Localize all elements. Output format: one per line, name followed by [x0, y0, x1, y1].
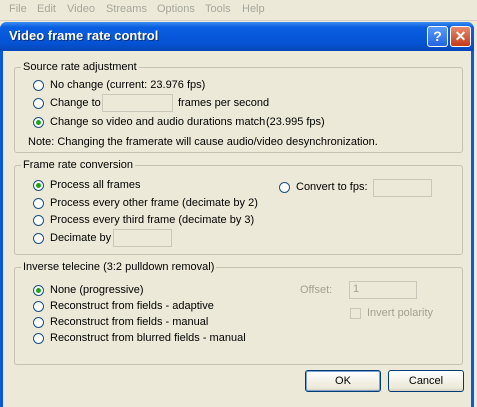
help-icon: ?: [433, 28, 442, 44]
radio-blurred-fields-manual-label: Reconstruct from blurred fields - manual: [50, 332, 246, 344]
radio-convert-to-fps-circle[interactable]: [279, 182, 290, 193]
close-button[interactable]: ✕: [450, 26, 471, 47]
background-menubar: File Edit Video Streams Options Tools He…: [0, 0, 477, 21]
menu-help: Help: [242, 3, 265, 15]
help-button[interactable]: ?: [427, 26, 448, 47]
radio-none-progressive-label: None (progressive): [50, 284, 144, 296]
radio-match-durations-label: Change so video and audio durations matc…: [50, 116, 266, 128]
radio-every-third-circle[interactable]: [33, 215, 44, 226]
dialog-client-area: Source rate adjustment No change (curren…: [3, 51, 471, 407]
close-icon: ✕: [454, 28, 467, 44]
radio-no-change-label: No change (current: 23.976 fps): [50, 79, 206, 91]
radio-process-all-label: Process all frames: [50, 179, 141, 191]
ok-button[interactable]: OK: [305, 370, 381, 392]
radio-every-other-label: Process every other frame (decimate by 2…: [50, 197, 258, 209]
radio-convert-to-fps-label: Convert to fps:: [296, 181, 368, 193]
radio-none-progressive-circle[interactable]: [33, 285, 44, 296]
offset-input[interactable]: 1: [349, 281, 417, 299]
invert-polarity-checkbox[interactable]: [350, 308, 361, 319]
radio-blurred-fields-manual-circle[interactable]: [33, 333, 44, 344]
inverse-telecine-group: Inverse telecine (3:2 pulldown removal) …: [14, 261, 463, 365]
source-rate-group: Source rate adjustment No change (curren…: [14, 61, 463, 153]
radio-change-to-label: Change to: [50, 97, 101, 109]
source-rate-legend: Source rate adjustment: [21, 61, 139, 73]
change-to-fps-input[interactable]: [102, 94, 173, 112]
radio-no-change-circle[interactable]: [33, 80, 44, 91]
frame-rate-conversion-group: Frame rate conversion Process all frames…: [14, 159, 463, 255]
menu-options: Options: [157, 3, 195, 15]
change-to-suffix: frames per second: [178, 97, 270, 109]
radio-process-all-circle[interactable]: [33, 180, 44, 191]
telecine-legend: Inverse telecine (3:2 pulldown removal): [21, 261, 217, 273]
radio-decimate-by-circle[interactable]: [33, 233, 44, 244]
menu-edit: Edit: [37, 3, 56, 15]
dialog-title: Video frame rate control: [9, 28, 159, 43]
radio-fields-adaptive-label: Reconstruct from fields - adaptive: [50, 300, 214, 312]
offset-label: Offset:: [300, 284, 333, 296]
conversion-legend: Frame rate conversion: [21, 159, 136, 171]
radio-every-third-label: Process every third frame (decimate by 3…: [50, 214, 255, 226]
dialog-titlebar[interactable]: Video frame rate control ? ✕: [0, 22, 474, 51]
menu-streams: Streams: [106, 3, 147, 15]
menu-file: File: [9, 3, 27, 15]
radio-fields-manual-label: Reconstruct from fields - manual: [50, 316, 209, 328]
radio-every-other-circle[interactable]: [33, 198, 44, 209]
cancel-button[interactable]: Cancel: [388, 370, 464, 392]
invert-polarity-label: Invert polarity: [367, 307, 434, 319]
frame-rate-dialog: Video frame rate control ? ✕ Source rate…: [0, 22, 474, 407]
convert-to-fps-input[interactable]: [373, 179, 432, 197]
radio-decimate-by-label: Decimate by: [50, 232, 112, 244]
match-durations-fps: (23.995 fps): [266, 116, 325, 128]
desync-note: Note: Changing the framerate will cause …: [28, 136, 378, 148]
radio-change-to-circle[interactable]: [33, 98, 44, 109]
decimate-by-input[interactable]: [113, 229, 172, 247]
radio-fields-adaptive-circle[interactable]: [33, 301, 44, 312]
radio-match-durations-circle[interactable]: [33, 117, 44, 128]
menu-tools: Tools: [205, 3, 231, 15]
radio-fields-manual-circle[interactable]: [33, 317, 44, 328]
menu-video: Video: [67, 3, 95, 15]
